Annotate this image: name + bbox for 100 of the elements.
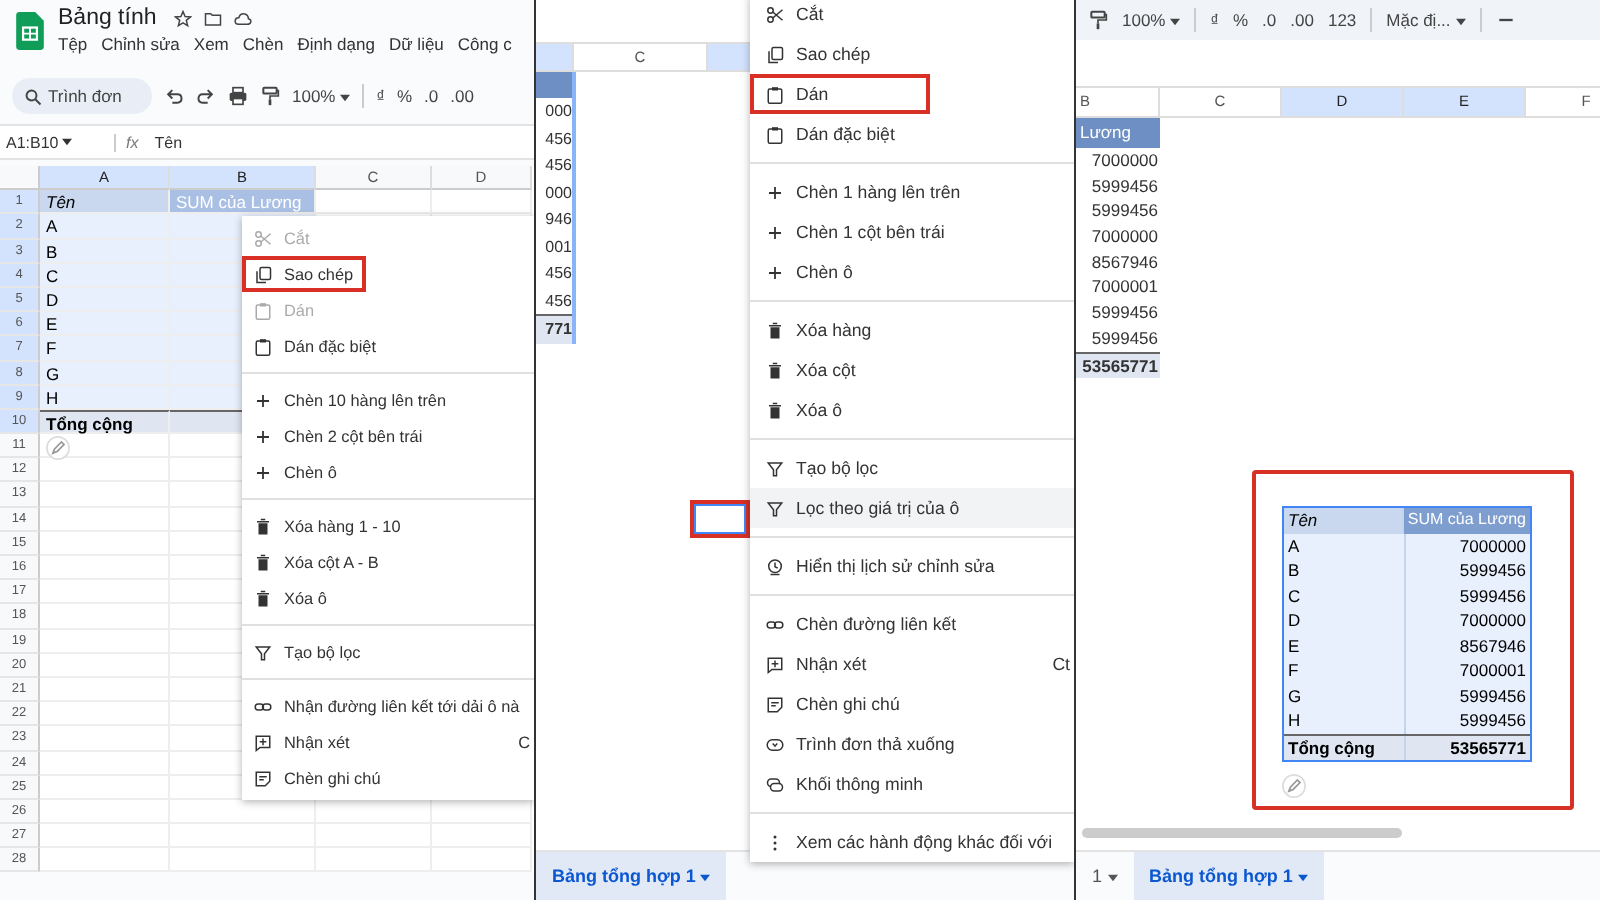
menu-item[interactable]: Chèn đường liên kết (750, 604, 1074, 644)
sheet-tab[interactable]: 1 (1076, 852, 1134, 900)
menu-item[interactable]: Chèn ghi chú (750, 684, 1074, 724)
table-cell (40, 775, 170, 800)
menu-item[interactable]: Xóa hàng (750, 310, 1074, 350)
name-box[interactable]: A1:B10 (6, 133, 98, 151)
clipboard-icon (254, 337, 272, 355)
filter-icon (254, 643, 272, 661)
table-cell-text: 7000000 (1089, 224, 1160, 250)
menu-item[interactable]: Trình đơn thả xuống (750, 724, 1074, 764)
menu-item[interactable]: Xóa cột (750, 350, 1074, 390)
plus-icon (254, 463, 272, 481)
table-cell (40, 824, 170, 849)
format-button[interactable]: 123 (1327, 10, 1357, 30)
menu-item[interactable]: Xóa cột A - B (242, 544, 534, 580)
cloud-icon[interactable] (234, 9, 253, 27)
pencil-icon[interactable] (46, 436, 70, 460)
format-button[interactable]: ₫ (1210, 10, 1219, 30)
format-button[interactable]: % (1232, 10, 1249, 30)
menu-item[interactable]: Chèn 10 hàng lên trên (242, 382, 534, 418)
table-cell-text: 7000000 (1089, 148, 1160, 174)
menu-item[interactable]: Khối thông minh (750, 764, 1074, 804)
menu-item[interactable]: Nhận xét Ct (750, 644, 1074, 684)
table-cell (432, 848, 532, 873)
folder-icon[interactable] (204, 9, 223, 27)
table-cell (432, 190, 532, 215)
font-select[interactable]: Mặc đị... (1386, 10, 1466, 30)
table-cell (40, 799, 170, 825)
menu-item[interactable]: Nhận đường liên kết tới dải ô nà (242, 688, 534, 724)
note-icon (766, 695, 784, 713)
format-button[interactable]: .00 (450, 86, 474, 106)
table-cell: H (40, 385, 170, 410)
clipboard-icon (254, 301, 272, 319)
table-cell: D (1284, 608, 1406, 634)
menu-item[interactable]: Sao chép (242, 256, 366, 292)
menu-item[interactable]: Nhận xét C (242, 724, 534, 760)
menu-bar-item[interactable]: Công c (457, 34, 512, 54)
menu-item[interactable]: Lọc theo giá trị của ô (750, 488, 1074, 528)
format-button[interactable]: .0 (1262, 10, 1277, 30)
table-cell: A (40, 214, 170, 240)
redo-icon[interactable] (196, 86, 216, 106)
sheet-tab[interactable]: Bảng tổng hợp 1 (536, 852, 727, 900)
undo-icon[interactable] (164, 86, 184, 106)
scrollbar[interactable] (1082, 828, 1402, 838)
menu-item[interactable]: Cắt (750, 0, 1074, 34)
menu-item[interactable]: Xóa hàng 1 - 10 (242, 508, 534, 544)
menu-bar-item[interactable]: Chỉnh sửa (101, 34, 180, 54)
menu-item[interactable]: Xem các hành động khác đối với (750, 822, 1074, 862)
star-icon[interactable] (174, 9, 193, 27)
menu-item[interactable]: Sao chép (750, 34, 1074, 74)
table-cell-text: 5999456 (1089, 300, 1160, 326)
table-cell: Tổng cộng (1284, 735, 1406, 761)
menu-item[interactable]: Chèn ô (750, 252, 1074, 292)
menu-item[interactable]: Dán (750, 74, 930, 114)
menu-item[interactable]: Chèn ô (242, 454, 534, 490)
format-button[interactable]: .00 (1290, 10, 1314, 30)
format-button[interactable]: ₫ (376, 86, 385, 106)
paint-roller-icon[interactable] (1088, 10, 1108, 30)
table-cell: B (1284, 558, 1406, 584)
document-title[interactable]: Bảng tính (58, 6, 157, 30)
menu-item[interactable]: Chèn ghi chú (242, 760, 534, 796)
menu-search-field[interactable]: Trình đơn (12, 78, 152, 114)
table-cell (40, 848, 170, 873)
menu-item[interactable]: Dán đặc biệt (750, 114, 1074, 154)
table-header-cell: SUM của Lương (1403, 508, 1530, 534)
pencil-icon[interactable] (1282, 774, 1306, 799)
scissors-icon (766, 5, 784, 23)
menu-item[interactable]: Hiển thị lịch sử chỉnh sửa (750, 546, 1074, 586)
menu-bar-item[interactable]: Định dạng (297, 34, 375, 54)
format-button[interactable]: % (396, 86, 413, 106)
table-cell: 771 (536, 314, 572, 343)
table-cell-text: 53565771 (1448, 735, 1528, 761)
zoom-select[interactable]: 100% (292, 86, 351, 106)
menu-item[interactable]: Chèn 1 cột bên trái (750, 212, 1074, 252)
menu-bar-item[interactable]: Xem (193, 34, 229, 54)
format-button[interactable]: .0 (424, 86, 439, 106)
menu-item[interactable]: Chèn 1 hàng lên trên (750, 172, 1074, 212)
annotation-frame (690, 500, 750, 538)
print-icon[interactable] (228, 86, 248, 106)
menu-bar-item[interactable]: Chèn (242, 34, 284, 54)
menu-bar-item[interactable]: Dữ liệu (388, 34, 444, 54)
menu-item[interactable]: Chèn 2 cột bên trái (242, 418, 534, 454)
note-icon (254, 769, 272, 787)
clipboard-icon (766, 85, 784, 103)
zoom-select[interactable]: 100% (1122, 10, 1181, 30)
formula-field[interactable]: Tên (154, 133, 183, 151)
menu-bar-item[interactable]: Tệp (58, 34, 88, 54)
sheet-tab[interactable]: Bảng tổng hợp 1 (1133, 852, 1324, 900)
paint-roller-icon[interactable] (260, 86, 280, 106)
link-icon (254, 697, 272, 715)
menu-item[interactable]: Xóa ô (750, 390, 1074, 430)
menu-item[interactable]: Dán đặc biệt (242, 328, 534, 364)
trash-icon (254, 553, 272, 571)
dropdown-icon (766, 735, 784, 753)
plus-icon (254, 391, 272, 409)
caret-icon (1297, 873, 1308, 882)
menu-item[interactable]: Tạo bộ lọc (750, 448, 1074, 488)
menu-item[interactable]: Xóa ô (242, 580, 534, 616)
menu-item[interactable]: Tạo bộ lọc (242, 634, 534, 670)
plus-icon (254, 427, 272, 445)
